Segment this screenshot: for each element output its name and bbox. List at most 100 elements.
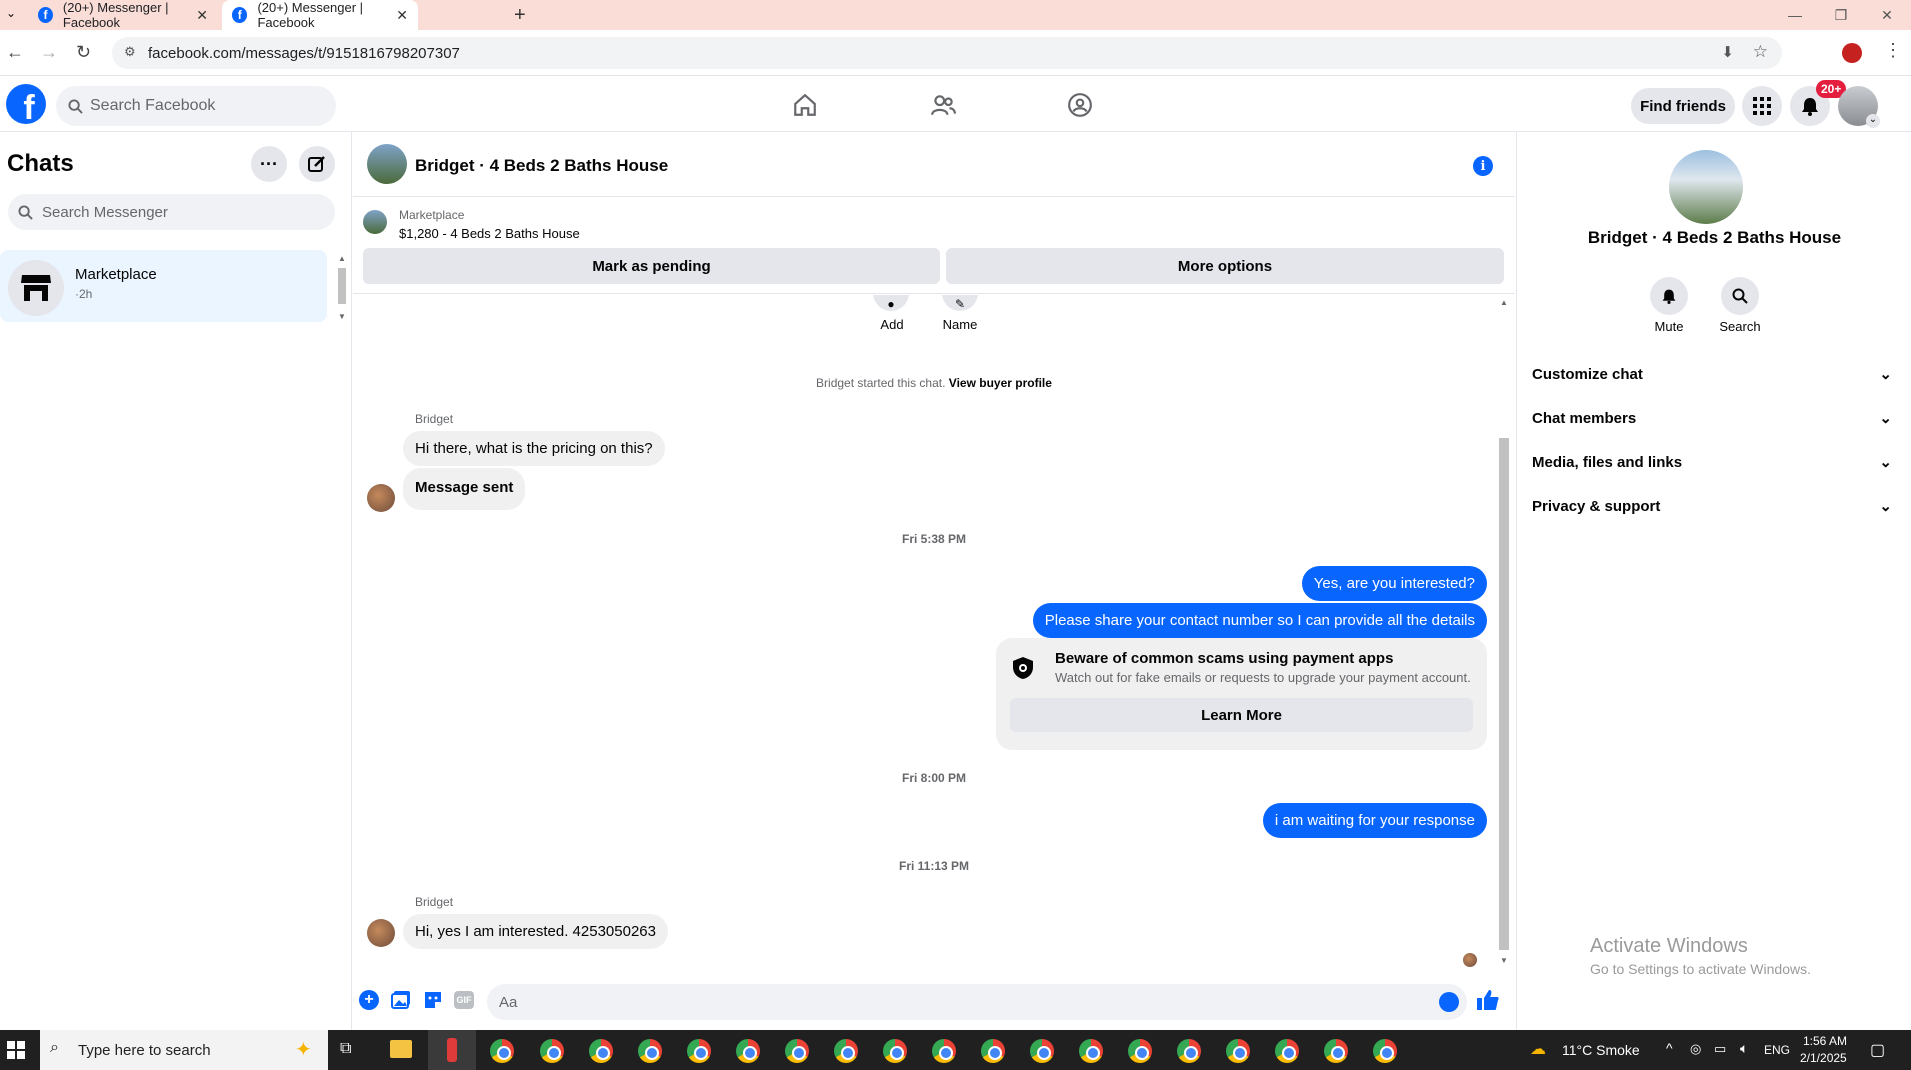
chrome-icon[interactable] (736, 1039, 760, 1063)
photo-icon[interactable] (391, 990, 411, 1010)
customize-chat-row[interactable]: Customize chat ⌄ (1532, 356, 1892, 392)
active-app-icon[interactable] (428, 1030, 476, 1070)
name-chat-button[interactable]: ✎ (942, 295, 978, 311)
clock-time[interactable]: 1:56 AM (1803, 1034, 1847, 1048)
volume-icon[interactable]: 🔈︎ (1740, 1040, 1748, 1057)
sticker-icon[interactable] (423, 990, 443, 1010)
more-options-button[interactable]: More options (946, 248, 1504, 284)
windows-start-icon[interactable] (7, 1041, 25, 1059)
message-thread-scrollbar[interactable]: ▲ ▼ (1497, 298, 1511, 968)
minimize-icon[interactable]: — (1772, 0, 1818, 30)
chrome-icon[interactable] (1275, 1039, 1299, 1063)
chrome-icon[interactable] (1030, 1039, 1054, 1063)
privacy-support-row[interactable]: Privacy & support ⌄ (1532, 488, 1892, 524)
info-icon[interactable]: i (1473, 156, 1493, 176)
network-icon[interactable]: ▭ (1714, 1041, 1726, 1057)
language-indicator[interactable]: ENG (1764, 1043, 1790, 1057)
account-chevron-icon[interactable]: ⌄ (1866, 114, 1880, 128)
chrome-icon[interactable] (834, 1039, 858, 1063)
chrome-icon[interactable] (490, 1039, 514, 1063)
facebook-search-input[interactable]: Search Facebook (56, 86, 336, 126)
incoming-message[interactable]: Hi there, what is the pricing on this? (403, 431, 665, 466)
taskbar-search-input[interactable]: ⌕ Type here to search ✦ (40, 1030, 328, 1070)
tab-close-icon[interactable]: ✕ (196, 7, 208, 24)
chrome-icon[interactable] (932, 1039, 956, 1063)
browser-menu-icon[interactable]: ⋮ (1884, 40, 1902, 61)
close-window-icon[interactable]: ✕ (1864, 0, 1910, 30)
message-input[interactable]: Aa (487, 984, 1467, 1020)
chrome-icon[interactable] (981, 1039, 1005, 1063)
install-app-icon[interactable]: ⬇ (1721, 43, 1734, 61)
tray-app-icon[interactable]: ◎ (1690, 1041, 1701, 1057)
groups-icon[interactable] (1067, 92, 1093, 118)
clock-date[interactable]: 2/1/2025 (1800, 1051, 1847, 1065)
listing-title[interactable]: $1,280 - 4 Beds 2 Baths House (399, 226, 580, 241)
conversation-photo[interactable] (1669, 150, 1743, 224)
chrome-icon[interactable] (1324, 1039, 1348, 1063)
outgoing-message[interactable]: i am waiting for your response (1262, 803, 1487, 838)
add-people-button[interactable]: ● (873, 295, 909, 311)
file-explorer-icon[interactable] (390, 1040, 412, 1058)
weather-text[interactable]: 11°C Smoke (1562, 1042, 1640, 1058)
chrome-icon[interactable] (589, 1039, 613, 1063)
reload-icon[interactable]: ↻ (76, 42, 91, 63)
chrome-icon[interactable] (1128, 1039, 1152, 1063)
chat-list-scrollbar[interactable]: ▲ ▼ (336, 254, 348, 324)
chrome-icon[interactable] (687, 1039, 711, 1063)
chrome-icon[interactable] (785, 1039, 809, 1063)
listing-thumbnail (363, 210, 387, 234)
scam-warning-body: Watch out for fake emails or requests to… (1055, 670, 1471, 685)
browser-profile-icon[interactable] (1842, 43, 1862, 63)
chrome-icon[interactable] (1373, 1039, 1397, 1063)
chrome-icon[interactable] (540, 1039, 564, 1063)
chrome-icon[interactable] (1177, 1039, 1201, 1063)
menu-grid-button[interactable] (1742, 86, 1782, 126)
restore-icon[interactable]: ❐ (1818, 0, 1864, 30)
forward-icon[interactable]: → (40, 42, 58, 63)
task-view-icon[interactable]: ⧉ (340, 1040, 351, 1058)
tab-list-chevron-icon[interactable]: ⌄ (6, 6, 16, 20)
sender-avatar[interactable] (367, 919, 395, 947)
chrome-icon[interactable] (883, 1039, 907, 1063)
new-tab-icon[interactable]: + (514, 4, 526, 27)
plus-icon[interactable]: + (359, 990, 379, 1010)
emoji-icon[interactable] (1439, 992, 1459, 1012)
tray-chevron-icon[interactable]: ^ (1666, 1040, 1673, 1056)
incoming-message[interactable]: Message sent (403, 468, 526, 510)
conversation-title[interactable]: Bridget · 4 Beds 2 Baths House (415, 156, 668, 176)
chrome-icon[interactable] (1079, 1039, 1103, 1063)
site-info-icon[interactable]: ⚙ (124, 44, 136, 60)
outgoing-message[interactable]: Please share your contact number so I ca… (1032, 603, 1487, 638)
chrome-icon[interactable] (638, 1039, 662, 1063)
bookmark-star-icon[interactable]: ☆ (1753, 42, 1768, 62)
chat-options-button[interactable]: ··· (251, 146, 287, 182)
search-in-conversation-button[interactable] (1721, 277, 1759, 315)
new-message-button[interactable] (299, 146, 335, 182)
gif-icon[interactable]: GIF (454, 991, 474, 1009)
view-buyer-profile-link[interactable]: View buyer profile (949, 376, 1052, 390)
incoming-message[interactable]: Hi, yes I am interested. 4253050263 (403, 914, 668, 949)
grid-icon (1753, 97, 1771, 115)
mute-button[interactable] (1650, 277, 1688, 315)
browser-tab-2[interactable]: f (20+) Messenger | Facebook ✕ (222, 0, 418, 30)
facebook-logo[interactable]: f (6, 84, 46, 124)
tab-close-icon[interactable]: ✕ (396, 7, 408, 24)
browser-tab-1[interactable]: f (20+) Messenger | Facebook ✕ (28, 0, 218, 30)
outgoing-message[interactable]: Yes, are you interested? (1301, 566, 1487, 601)
learn-more-button[interactable]: Learn More (1010, 698, 1473, 732)
home-icon[interactable] (792, 92, 818, 118)
find-friends-button[interactable]: Find friends (1631, 88, 1735, 124)
sender-avatar[interactable] (367, 484, 395, 512)
messenger-search-input[interactable]: Search Messenger (8, 194, 335, 230)
chrome-icon[interactable] (1226, 1039, 1250, 1063)
url-field[interactable]: ⚙ facebook.com/messages/t/91518167982073… (112, 37, 1782, 69)
friends-icon[interactable] (930, 92, 956, 118)
media-files-links-row[interactable]: Media, files and links ⌄ (1532, 444, 1892, 480)
chat-list-item-marketplace[interactable]: Marketplace ·2h (0, 250, 327, 322)
chat-members-row[interactable]: Chat members ⌄ (1532, 400, 1892, 436)
conversation-avatar[interactable] (367, 144, 407, 184)
back-icon[interactable]: ← (6, 42, 24, 63)
mark-as-pending-button[interactable]: Mark as pending (363, 248, 940, 284)
notification-center-icon[interactable]: ▢ (1870, 1040, 1885, 1060)
thumbs-up-icon[interactable] (1476, 988, 1500, 1012)
